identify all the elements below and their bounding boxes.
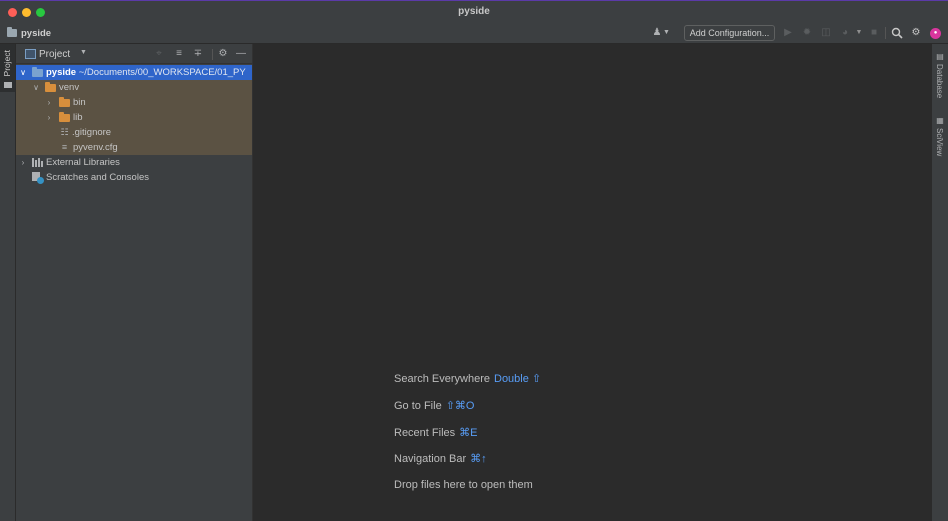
expand-all-icon[interactable]: ≡	[173, 48, 185, 60]
gear-icon[interactable]: ⚙	[910, 27, 922, 39]
folder-icon	[45, 82, 56, 92]
hide-panel-icon[interactable]: —	[235, 48, 247, 60]
left-tool-stripe: Project	[0, 44, 16, 521]
sciview-tab-label: SciView	[935, 128, 944, 157]
chevron-right-icon[interactable]: ›	[18, 155, 28, 170]
breadcrumb-project[interactable]: pyside	[21, 28, 51, 39]
tree-item-gitignore[interactable]: ☷ .gitignore	[16, 125, 252, 140]
stop-icon[interactable]: ■	[868, 27, 880, 39]
scratches-icon	[32, 172, 44, 184]
tree-item-external-libraries[interactable]: › External Libraries	[16, 155, 252, 170]
hint-shortcut: ⌘↑	[470, 453, 487, 465]
hint-drop-files: Drop files here to open them	[394, 479, 533, 491]
hint-shortcut: Double ⇧	[494, 373, 542, 385]
search-icon[interactable]	[891, 27, 903, 39]
gear-icon[interactable]: ⚙	[217, 48, 229, 60]
hint-recent-files: Recent Files ⌘E	[394, 426, 477, 439]
user-icon[interactable]: ♟ ▼	[651, 27, 670, 39]
tree-item-label: Scratches and Consoles	[46, 172, 149, 183]
folder-icon	[59, 112, 70, 122]
project-tree: ∨ pyside ~/Documents/00_WORKSPACE/01_PY …	[16, 65, 252, 185]
hint-go-to-file: Go to File ⇧⌘O	[394, 399, 474, 412]
gitignore-file-icon: ☷	[60, 127, 69, 137]
project-view-selector[interactable]: Project	[39, 49, 70, 60]
hint-shortcut: ⇧⌘O	[445, 400, 475, 412]
tree-item-label: venv	[59, 82, 80, 93]
toolbar-divider	[885, 27, 886, 39]
debug-icon[interactable]: ✹	[801, 27, 813, 39]
chevron-right-icon[interactable]: ›	[44, 95, 54, 110]
chevron-down-icon[interactable]: ∨	[18, 65, 28, 80]
add-configuration-button[interactable]: Add Configuration...	[684, 25, 775, 41]
tree-item-scratches[interactable]: Scratches and Consoles	[16, 170, 252, 185]
chevron-down-icon: ▼	[663, 29, 670, 36]
editor-area[interactable]: Search Everywhere Double ⇧ Go to File ⇧⌘O …	[252, 44, 931, 521]
library-icon	[32, 158, 43, 167]
folder-icon	[32, 67, 43, 77]
tree-item-pyvenv-cfg[interactable]: ≡ pyvenv.cfg	[16, 140, 252, 155]
project-folder-icon	[7, 27, 17, 37]
tree-item-label: .gitignore	[72, 127, 112, 138]
tree-root-path: ~/Documents/00_WORKSPACE/01_PY	[78, 67, 246, 78]
hint-search-everywhere: Search Everywhere Double ⇧	[394, 372, 541, 385]
sciview-icon: ▦	[936, 116, 944, 125]
avatar[interactable]: ●	[930, 28, 941, 39]
tree-item-label: bin	[73, 97, 86, 108]
tree-item-label: lib	[73, 112, 83, 123]
locate-file-icon[interactable]: ⌖	[153, 48, 165, 60]
folder-icon	[4, 82, 12, 88]
project-tool-tab-label: Project	[2, 50, 12, 77]
folder-icon	[59, 97, 70, 107]
right-tool-stripe: ▤ Database ▦ SciView	[931, 44, 948, 521]
chevron-down-icon[interactable]: ▼	[80, 49, 87, 56]
hint-label: Drop files here to open them	[394, 479, 533, 491]
database-icon: ▤	[936, 52, 944, 61]
project-tool-tab[interactable]: Project	[0, 44, 15, 92]
tree-item-root[interactable]: ∨ pyside ~/Documents/00_WORKSPACE/01_PY	[16, 65, 252, 80]
hint-label: Recent Files	[394, 427, 456, 439]
tree-item-label: pyvenv.cfg	[73, 142, 118, 153]
tree-item-venv[interactable]: ∨ venv	[16, 80, 252, 95]
database-tab-label: Database	[935, 64, 944, 99]
project-view-icon	[25, 49, 36, 59]
chevron-down-icon[interactable]: ▼	[853, 27, 865, 39]
tree-root-name: pyside	[46, 67, 77, 78]
navigation-toolbar: pyside ♟ ▼ Add Configuration... ▶ ✹ ◫ ◕ ▼…	[0, 22, 948, 44]
tree-item-bin[interactable]: › bin	[16, 95, 252, 110]
project-panel-header: Project ▼ ⌖ ≡ ∓ ⚙ —	[16, 44, 252, 64]
coverage-icon[interactable]: ◫	[820, 27, 832, 39]
chevron-down-icon[interactable]: ∨	[31, 80, 41, 95]
hint-label: Navigation Bar	[394, 453, 467, 465]
window-title: pyside	[458, 6, 490, 17]
project-tool-window: Project ▼ ⌖ ≡ ∓ ⚙ — ∨ pyside ~/Documents…	[16, 44, 252, 521]
config-file-icon: ≡	[61, 142, 68, 152]
chevron-right-icon[interactable]: ›	[44, 110, 54, 125]
run-icon[interactable]: ▶	[782, 27, 794, 39]
tree-item-lib[interactable]: › lib	[16, 110, 252, 125]
hint-label: Go to File	[394, 400, 442, 412]
hint-label: Search Everywhere	[394, 373, 490, 385]
collapse-all-icon[interactable]: ∓	[192, 48, 204, 60]
header-divider	[212, 49, 213, 60]
profile-icon[interactable]: ◕	[839, 27, 851, 39]
title-bar: pyside	[0, 0, 948, 22]
hint-navigation-bar: Navigation Bar ⌘↑	[394, 452, 487, 465]
tree-item-label: External Libraries	[46, 157, 120, 168]
hint-shortcut: ⌘E	[459, 427, 478, 439]
